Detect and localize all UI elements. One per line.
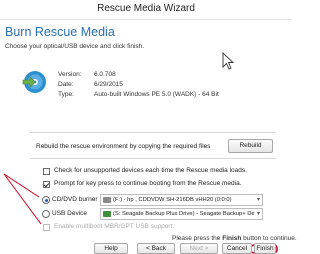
version-label: Version: [58,71,82,78]
page-subtitle: Choose your optical/USB device and click… [5,43,145,50]
usb-radio[interactable] [42,210,50,218]
chevron-down-icon: ▾ [256,197,260,203]
divider-top [30,132,276,133]
usb-label: USB Device [52,210,88,217]
date-label: Date: [58,81,74,88]
check-unsupported-checkbox[interactable] [43,168,50,175]
cancel-button[interactable]: Cancel [222,243,252,254]
next-button[interactable]: Next > [180,243,218,254]
prompt-keypress-checkbox[interactable] [43,181,50,188]
type-label: Type: [58,91,74,98]
usb-drive-icon [103,211,111,217]
prompt-keypress-label: Prompt for key press to continue booting… [54,180,242,187]
rebuild-description: Rebuild the rescue environment by copyin… [36,143,211,150]
finish-instruction-prefix: Please press the [172,235,223,242]
cd-dvd-device-value: (F:) - hp , CDDVDW SH-216DB vHH20 (0:0:0… [113,197,232,203]
version-value: 6.0.708 [94,71,116,78]
check-unsupported-label: Check for unsupported devices each time … [54,167,247,174]
usb-device-select[interactable]: (S: Seagate Backup Plus Drive) - Seagate… [100,208,263,220]
type-value: Auto-built Windows PE 5.0 (WADK) - 64 Bi… [94,91,219,98]
finish-instruction-suffix: button to continue. [241,235,297,242]
usb-device-value: (S: Seagate Backup Plus Drive) - Seagate… [113,211,255,217]
rescue-disc-icon [22,71,46,93]
disc-drive-icon [103,197,111,203]
cd-dvd-radio[interactable] [42,196,50,204]
finish-instruction-bold: Finish [222,235,242,242]
finish-button[interactable]: Finish [254,243,276,254]
annotation-arrow-multiboot [3,173,42,225]
date-value: 6/29/2015 [94,81,123,88]
rebuild-button[interactable]: Rebuild [228,139,273,153]
mouse-cursor-icon [222,52,235,70]
window-title: Rescue Media Wizard [97,3,195,14]
back-button[interactable]: < Back [137,243,175,254]
cd-dvd-label: CD/DVD burner [52,196,98,203]
divider-bottom [30,158,276,159]
chevron-down-icon: ▾ [256,211,260,217]
cd-dvd-device-select[interactable]: (F:) - hp , CDDVDW SH-216DB vHH20 (0:0:0… [100,194,263,206]
title-bar: Rescue Media Wizard [0,0,292,20]
help-button[interactable]: Help [94,243,128,254]
finish-instruction: Please press the Finish button to contin… [172,235,297,242]
annotation-arrow-cd-dvd [3,173,40,198]
multiboot-label: Enable multiboot MBR/GPT USB support. [54,223,175,230]
multiboot-checkbox[interactable] [43,224,50,231]
page-title: Burn Rescue Media [5,25,115,39]
